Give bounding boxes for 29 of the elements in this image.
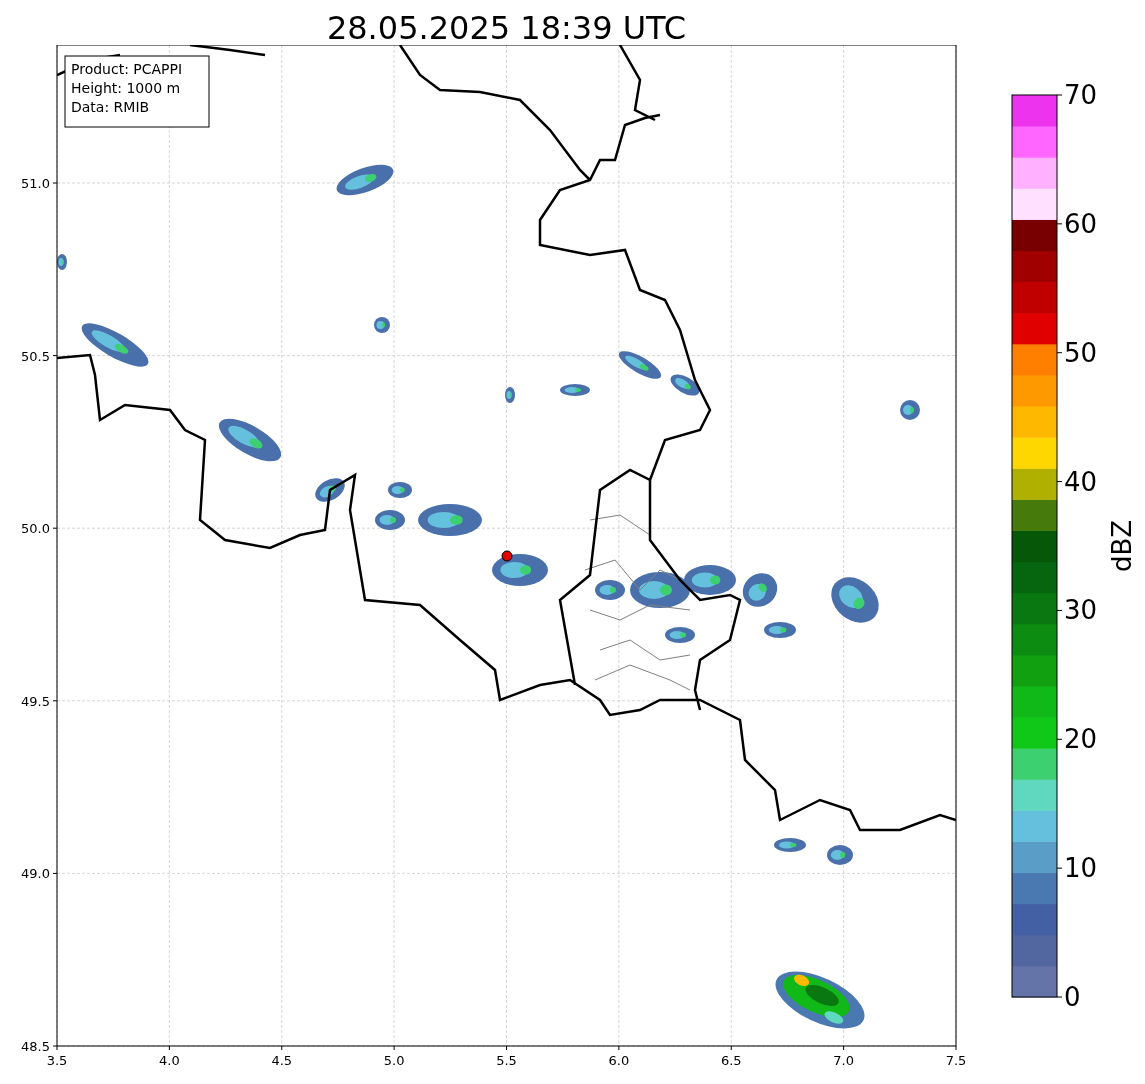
x-tick-label: 7.0 (833, 1053, 854, 1068)
x-tick-label: 5.5 (496, 1053, 517, 1068)
colorbar-tick-label: 60 (1064, 208, 1098, 239)
y-tick-label: 49.5 (21, 693, 50, 709)
colorbar-tick-label: 20 (1064, 724, 1098, 755)
x-tick-label: 5.0 (383, 1053, 405, 1068)
x-tick-label: 6.5 (720, 1053, 742, 1068)
chart-title: 28.05.2025 18:39 UTC (325, 8, 688, 45)
colorbar-tick-label: 50 (1064, 337, 1098, 368)
info-line: Product: PCAPPI (71, 61, 183, 77)
info-line: Height: 1000 m (71, 80, 181, 96)
y-tick-label: 49.0 (21, 866, 50, 882)
info-line: Data: RMIB (71, 99, 150, 115)
x-tick-label: 4.0 (159, 1053, 180, 1068)
colorbar-tick-label: 40 (1064, 466, 1098, 497)
x-tick-label: 7.5 (945, 1053, 967, 1068)
y-tick-label: 51.0 (21, 176, 50, 191)
colorbar-tick-label: 10 (1064, 853, 1098, 884)
colorbar-tick-label: 0 (1064, 982, 1081, 1012)
radar-site-marker (501, 550, 513, 562)
colorbar-tick-label: 30 (1064, 595, 1098, 626)
y-tick-label: 50.0 (21, 521, 50, 537)
y-tick-label: 50.5 (21, 348, 50, 364)
y-tick-label: 48.5 (21, 1039, 50, 1054)
x-tick-label: 4.5 (271, 1053, 293, 1068)
colorbar-tick-label: 70 (1064, 80, 1098, 110)
colorbar-label: dBZ (1107, 519, 1137, 573)
x-tick-label: 6.0 (608, 1053, 630, 1068)
x-tick-label: 3.5 (46, 1053, 68, 1068)
